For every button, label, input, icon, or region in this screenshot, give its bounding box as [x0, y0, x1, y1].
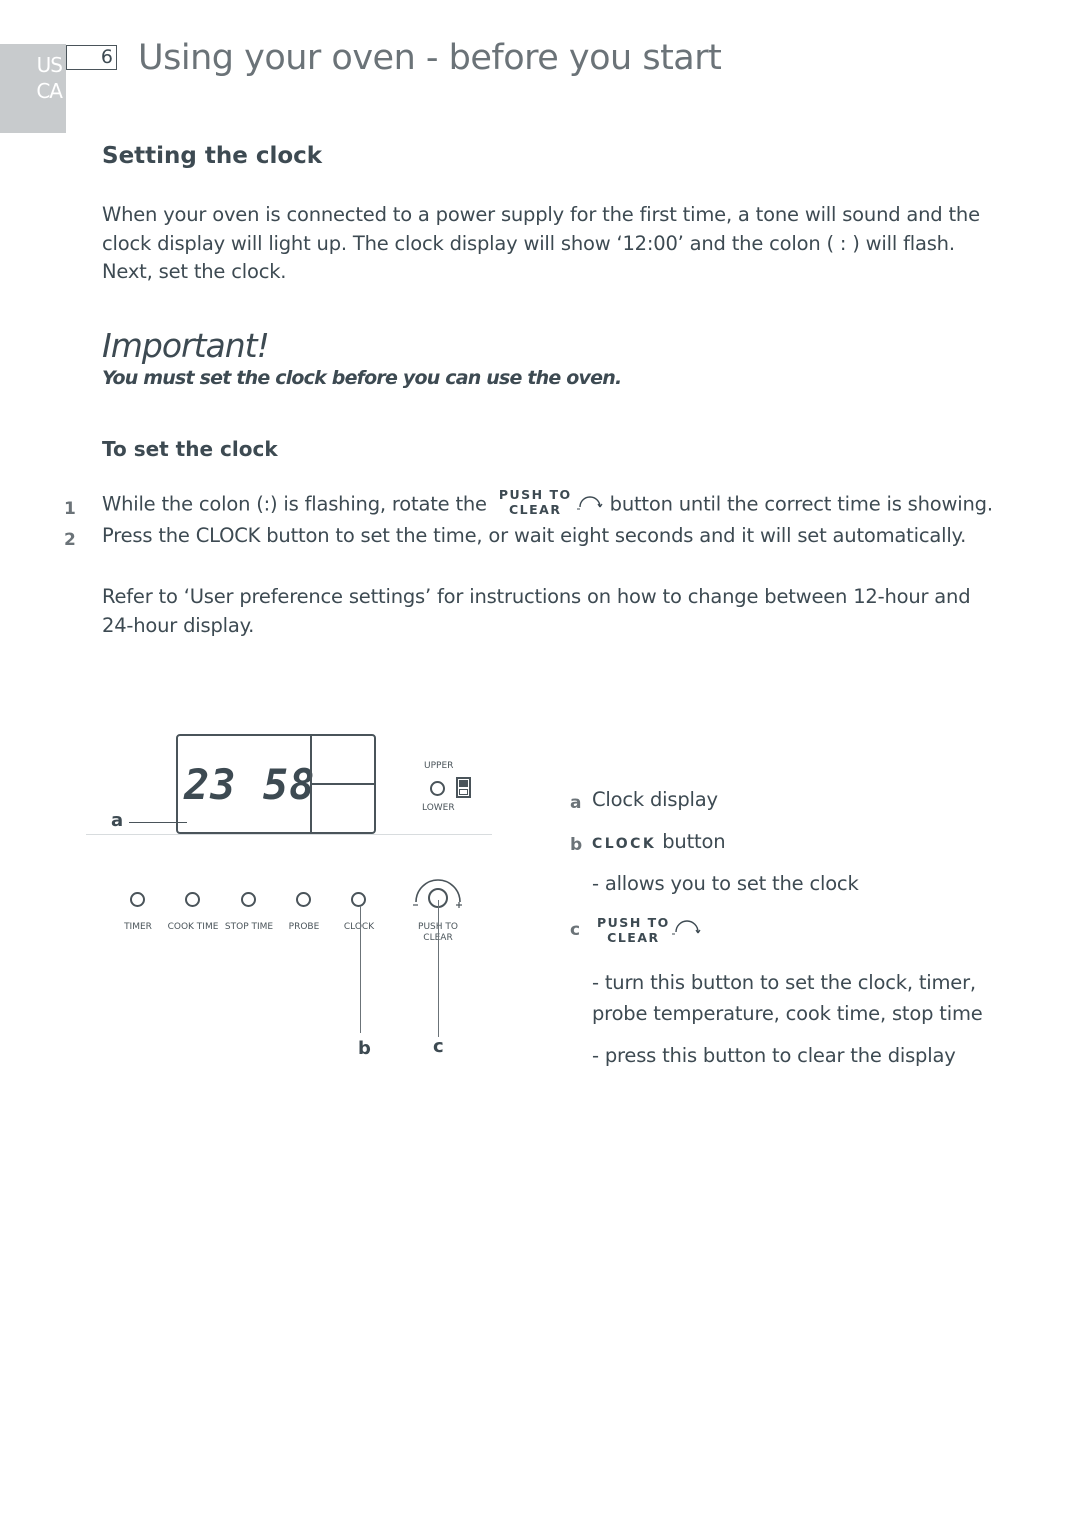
callout-c: c: [433, 1036, 444, 1057]
clock-button[interactable]: [351, 892, 366, 907]
clock-display: 23 58: [176, 734, 376, 834]
probe-button[interactable]: [296, 892, 311, 907]
legend-c-desc-3: - press this button to clear the display: [592, 1044, 956, 1067]
display-digits: 23 58: [184, 760, 316, 809]
leader-line-a: [129, 822, 187, 823]
step-1: While the colon (:) is flashing, rotate …: [102, 487, 993, 520]
step-number: 2: [64, 530, 76, 550]
callout-a: a: [111, 810, 124, 831]
cook-time-button[interactable]: [185, 892, 200, 907]
legend-push-to-clear: PUSH TO CLEAR: [597, 915, 670, 945]
panel-divider: [86, 834, 492, 835]
legend-c-desc-1: - turn this button to set the clock, tim…: [592, 971, 976, 994]
legend-b-desc: - allows you to set the clock: [592, 872, 859, 895]
legend-ptc-line1: PUSH TO: [597, 915, 670, 930]
leader-line-c: [438, 900, 439, 1037]
legend-letter-b: b: [570, 835, 583, 855]
oven-select-button[interactable]: [430, 781, 445, 796]
important-message: You must set the clock before you can us…: [102, 367, 622, 389]
legend-b-caps: CLOCK: [592, 836, 657, 852]
display-divider: [311, 783, 376, 785]
page-number: 6: [100, 46, 113, 68]
upper-lower-indicator-icon: [456, 777, 471, 798]
legend-letter-c: c: [570, 920, 581, 940]
dial-arrow-icon: [576, 496, 603, 510]
page-title: Using your oven - before you start: [138, 38, 722, 78]
dial-arrow-icon: [672, 920, 701, 935]
section-heading: Setting the clock: [102, 143, 323, 169]
step-1-text-after: button until the correct time is showing…: [609, 492, 993, 516]
page-number-box: 6: [66, 45, 117, 70]
legend-b: CLOCK button: [592, 830, 726, 853]
push-to-clear-label: PUSH TO CLEAR: [499, 487, 572, 517]
step-2: Press the CLOCK button to set the time, …: [102, 524, 967, 547]
ptc-line1: PUSH TO: [498, 487, 572, 502]
upper-label: UPPER: [424, 761, 454, 771]
legend-c-desc-2: probe temperature, cook time, stop time: [592, 1002, 983, 1025]
clock-label: CLOCK: [343, 922, 375, 932]
ptc-line2: CLEAR: [509, 502, 562, 517]
region-ca: CA: [36, 79, 63, 103]
legend-ptc-line2: CLEAR: [607, 930, 660, 945]
step-number: 1: [64, 499, 76, 519]
legend-a-text: Clock display: [592, 788, 718, 811]
region-us: US: [36, 53, 63, 77]
lower-label: LOWER: [422, 803, 455, 813]
step-1-text-before: While the colon (:) is flashing, rotate …: [102, 492, 487, 516]
leader-line-b: [360, 906, 361, 1033]
legend-b-text: button: [662, 830, 726, 853]
region-tab: US CA: [0, 44, 66, 133]
timer-button[interactable]: [130, 892, 145, 907]
important-title: Important!: [102, 326, 270, 365]
legend-letter-a: a: [570, 793, 582, 813]
stop-time-button[interactable]: [241, 892, 256, 907]
intro-paragraph: When your oven is connected to a power s…: [102, 203, 980, 283]
preference-note: Refer to ‘User preference settings’ for …: [102, 585, 971, 637]
callout-b: b: [358, 1038, 371, 1059]
procedure-heading: To set the clock: [102, 437, 278, 461]
